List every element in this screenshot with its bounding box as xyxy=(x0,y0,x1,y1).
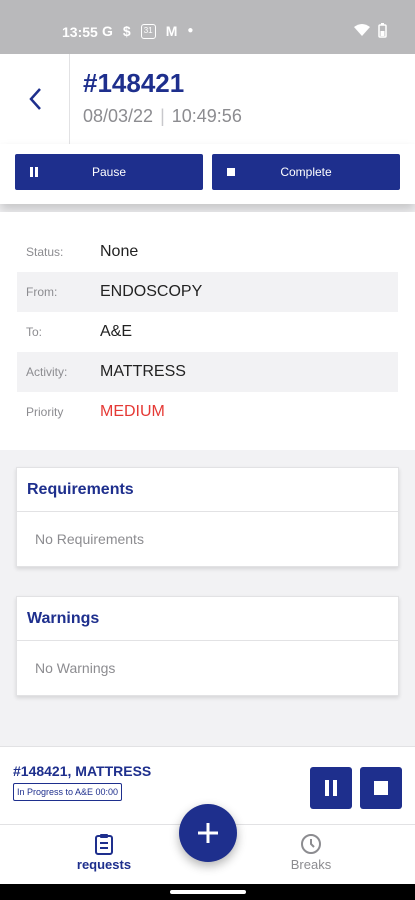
detail-label: Activity: xyxy=(26,365,68,379)
nav-requests[interactable]: requests xyxy=(54,833,154,872)
clock-icon xyxy=(301,834,321,854)
google-icon: G xyxy=(102,23,113,39)
gmail-icon: M xyxy=(165,23,178,39)
detail-label: To: xyxy=(26,325,43,339)
priority-value: MEDIUM xyxy=(100,403,165,420)
battery-icon xyxy=(378,23,387,38)
request-id: #148421 xyxy=(83,68,185,98)
wifi-icon xyxy=(354,24,370,36)
detail-row-to: To: A&E xyxy=(17,312,398,352)
requirements-card: Requirements No Requirements xyxy=(16,467,399,567)
complete-label: Complete xyxy=(280,165,332,179)
pause-icon xyxy=(30,167,38,177)
stop-icon xyxy=(374,781,388,795)
detail-value: None xyxy=(100,243,139,260)
current-job-stop-button[interactable] xyxy=(360,767,402,809)
date-separator: | xyxy=(155,106,170,126)
stop-icon xyxy=(227,168,235,176)
complete-button[interactable]: Complete xyxy=(212,154,400,190)
detail-value: A&E xyxy=(100,323,133,340)
detail-label: Priority xyxy=(26,405,64,419)
action-bar: Pause Complete xyxy=(0,144,415,204)
nav-requests-label: requests xyxy=(76,857,132,872)
status-bar: 13:55 G $ 31 M ● xyxy=(0,0,415,54)
detail-label: From: xyxy=(26,285,58,299)
requirements-title: Requirements xyxy=(17,468,398,512)
system-navigation-bar xyxy=(0,884,415,900)
warnings-card: Warnings No Warnings xyxy=(16,596,399,696)
current-job-status-badge: In Progress to A&E 00:00 xyxy=(13,783,123,801)
detail-value: ENDOSCOPY xyxy=(100,283,203,300)
current-job-title: #148421, MATTRESS xyxy=(13,763,152,779)
request-datetime: 08/03/22 | 10:49:56 xyxy=(83,106,242,127)
warnings-empty: No Warnings xyxy=(35,660,116,676)
pause-icon xyxy=(325,780,337,796)
detail-row-from: From: ENDOSCOPY xyxy=(17,272,398,312)
dot-icon: ● xyxy=(187,25,194,36)
calendar-31-icon: 31 xyxy=(140,23,156,39)
nav-breaks-label: Breaks xyxy=(290,857,332,872)
request-details: Status: None From: ENDOSCOPY To: A&E Act… xyxy=(0,212,415,450)
requirements-empty: No Requirements xyxy=(35,531,144,547)
pause-label: Pause xyxy=(91,165,127,179)
current-job-pause-button[interactable] xyxy=(310,767,352,809)
status-time: 13:55 xyxy=(62,24,98,40)
s-icon: $ xyxy=(122,23,131,39)
detail-value: MATTRESS xyxy=(100,363,186,380)
request-time: 10:49:56 xyxy=(171,106,242,126)
request-header: #148421 08/03/22 | 10:49:56 xyxy=(0,54,415,144)
request-date: 08/03/22 xyxy=(83,106,154,126)
warnings-title: Warnings xyxy=(17,597,398,641)
detail-row-priority: Priority MEDIUM xyxy=(17,392,398,432)
detail-label: Status: xyxy=(26,245,64,259)
add-request-button[interactable] xyxy=(179,804,237,862)
detail-row-activity: Activity: MATTRESS xyxy=(17,352,398,392)
chevron-left-icon xyxy=(28,88,41,110)
plus-icon xyxy=(198,823,218,843)
pause-button[interactable]: Pause xyxy=(15,154,203,190)
nav-breaks[interactable]: Breaks xyxy=(261,833,361,872)
notification-icons: G $ 31 M ● xyxy=(102,22,193,40)
detail-row-status: Status: None xyxy=(17,232,398,272)
clipboard-icon xyxy=(95,834,113,855)
home-indicator[interactable] xyxy=(170,890,246,894)
system-icons xyxy=(354,23,387,38)
back-button[interactable] xyxy=(0,54,70,144)
